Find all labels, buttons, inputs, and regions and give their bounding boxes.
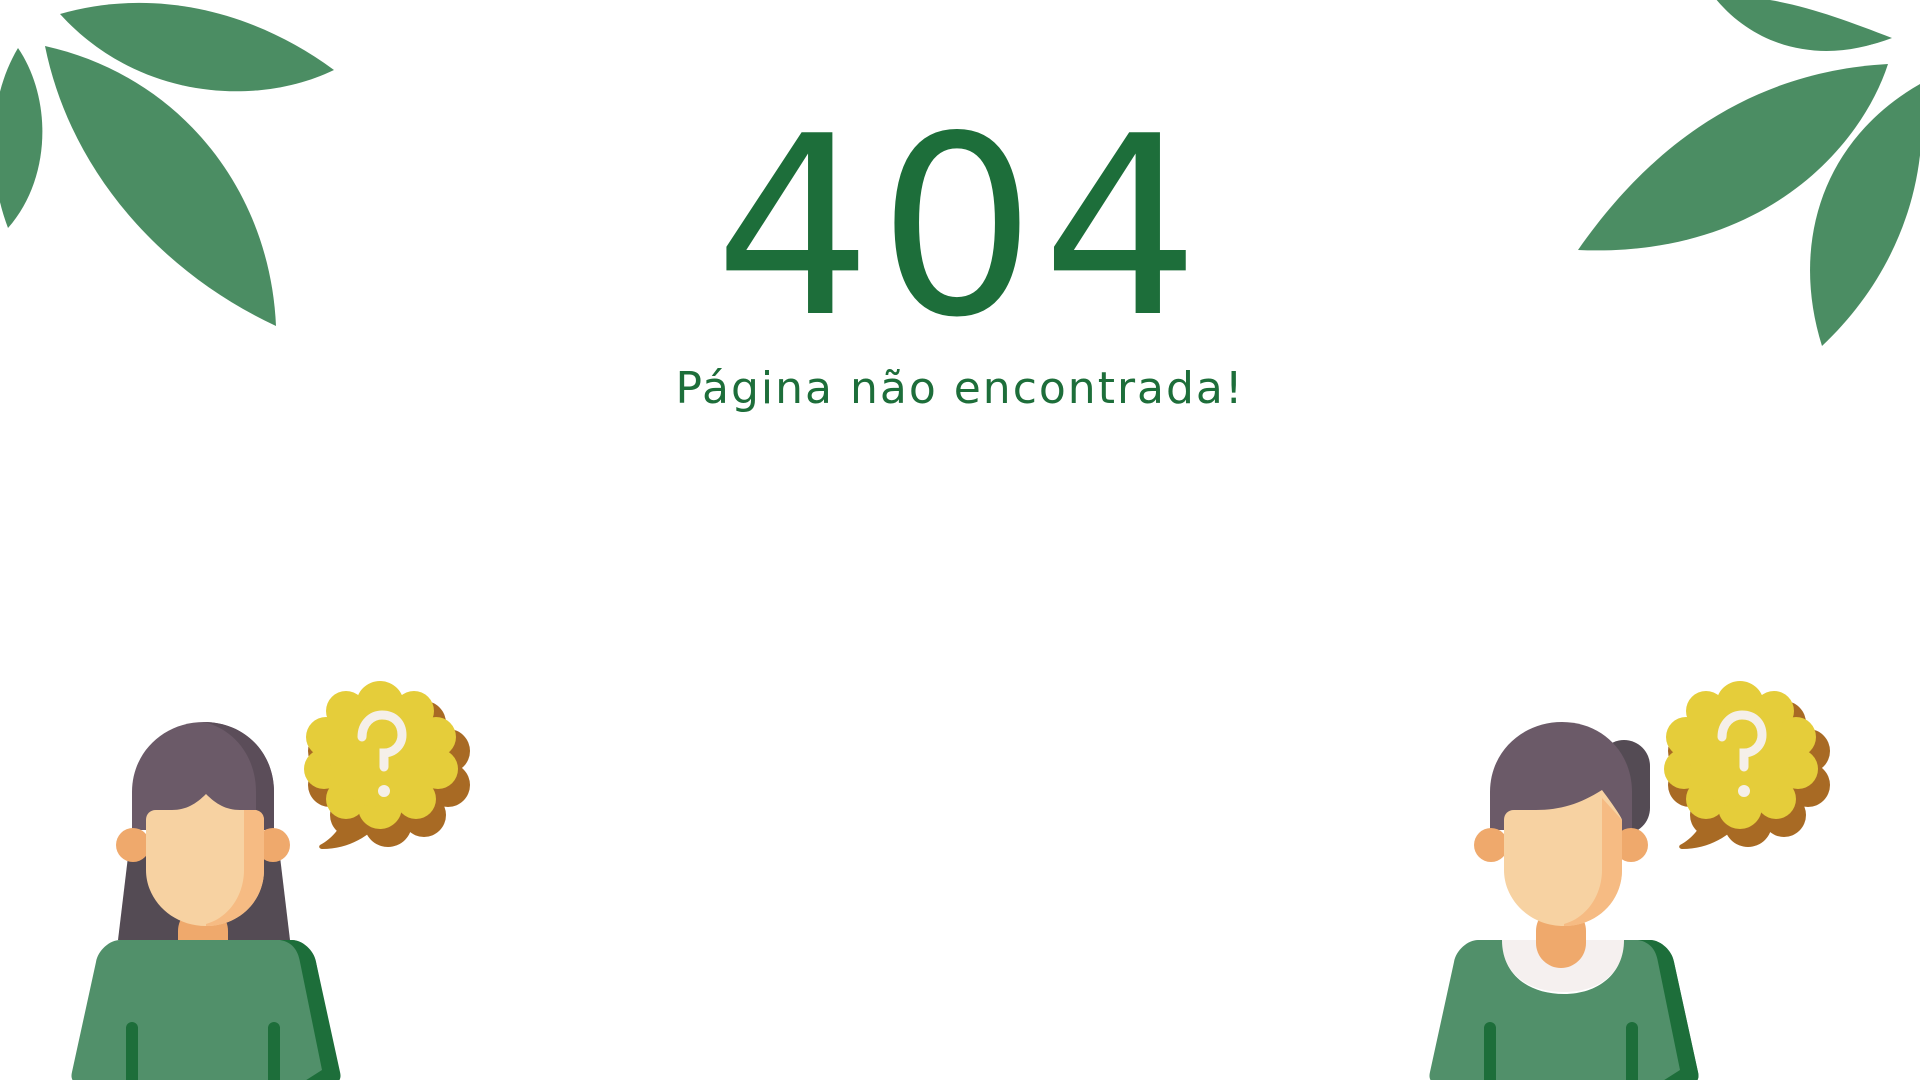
not-found-page: 404 Página não encontrada! [0,0,1920,1080]
error-message: Página não encontrada! [675,363,1245,414]
question-thought-bubble-right-icon [1664,681,1830,849]
question-thought-bubble-left-icon [304,681,470,849]
error-code: 404 [714,84,1206,372]
